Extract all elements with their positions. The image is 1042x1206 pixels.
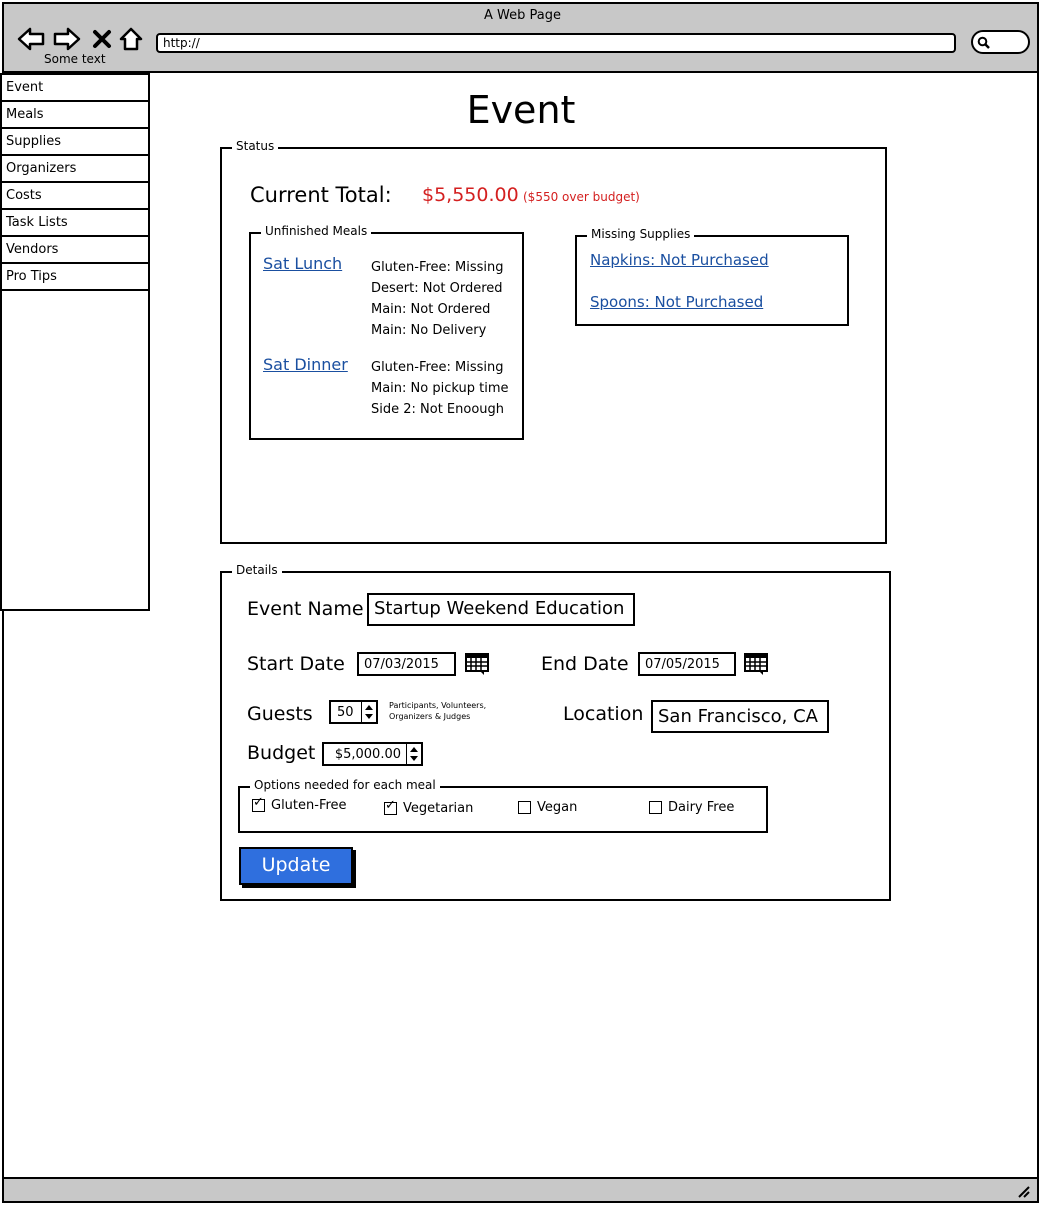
current-total-value: $5,550.00 bbox=[422, 184, 519, 206]
meal-issue: Gluten-Free: Missing bbox=[371, 260, 504, 275]
resize-grip-icon[interactable] bbox=[1015, 1183, 1031, 1199]
meal-options-group: Options needed for each meal Gluten-Free… bbox=[238, 778, 768, 833]
event-name-input[interactable]: Startup Weekend Education bbox=[367, 593, 635, 626]
meal-issue: Desert: Not Ordered bbox=[371, 281, 503, 296]
event-name-label: Event Name bbox=[247, 598, 364, 620]
window-title: A Web Page bbox=[484, 8, 561, 23]
guests-value: 50 bbox=[337, 705, 354, 720]
meal-link-sat-dinner[interactable]: Sat Dinner bbox=[263, 355, 348, 374]
meal-link-sat-lunch[interactable]: Sat Lunch bbox=[263, 254, 342, 273]
end-date-label: End Date bbox=[541, 653, 629, 675]
url-input[interactable]: http:// bbox=[156, 33, 956, 53]
home-icon[interactable] bbox=[118, 24, 144, 54]
calendar-icon[interactable] bbox=[465, 653, 489, 675]
sidebar-item-task-lists[interactable]: Task Lists bbox=[2, 210, 148, 237]
page-title: Event bbox=[466, 88, 576, 132]
checkbox-checked[interactable] bbox=[252, 795, 265, 812]
option-vegan[interactable]: Vegan bbox=[518, 800, 577, 815]
search-icon bbox=[977, 36, 990, 49]
unfinished-meals-legend: Unfinished Meals bbox=[261, 224, 372, 238]
guests-label: Guests bbox=[247, 703, 313, 725]
browser-status-bar bbox=[2, 1177, 1039, 1203]
guests-note-line: Organizers & Judges bbox=[389, 712, 471, 721]
status-group: Status Current Total: $5,550.00 ($550 ov… bbox=[220, 139, 887, 544]
checkbox-unchecked[interactable] bbox=[518, 801, 531, 814]
unfinished-meals-group: Unfinished Meals Sat Lunch Gluten-Free: … bbox=[249, 224, 524, 440]
forward-icon[interactable] bbox=[52, 24, 82, 54]
location-input[interactable]: San Francisco, CA bbox=[651, 700, 829, 733]
missing-supplies-group: Missing Supplies Napkins: Not Purchased … bbox=[575, 227, 849, 326]
browser-toolbar: A Web Page Some text http:// bbox=[2, 2, 1039, 73]
guests-note: Participants, Volunteers, Organizers & J… bbox=[389, 700, 486, 722]
supply-link-spoons[interactable]: Spoons: Not Purchased bbox=[590, 293, 763, 311]
supply-link-napkins[interactable]: Napkins: Not Purchased bbox=[590, 251, 769, 269]
budget-label: Budget bbox=[247, 742, 316, 764]
browser-search-box[interactable] bbox=[971, 30, 1030, 54]
guests-stepper[interactable]: 50 bbox=[329, 700, 378, 724]
status-legend: Status bbox=[232, 139, 279, 153]
option-label: Gluten-Free bbox=[271, 798, 347, 813]
option-label: Dairy Free bbox=[668, 800, 735, 815]
sidebar-item-costs[interactable]: Costs bbox=[2, 183, 148, 210]
meal-options-legend: Options needed for each meal bbox=[250, 778, 440, 792]
sidebar-item-organizers[interactable]: Organizers bbox=[2, 156, 148, 183]
meal-issue: Main: No pickup time bbox=[371, 381, 509, 396]
sidebar-item-pro-tips[interactable]: Pro Tips bbox=[2, 264, 148, 291]
guests-note-line: Participants, Volunteers, bbox=[389, 701, 487, 710]
details-group: Details Event Name Startup Weekend Educa… bbox=[220, 563, 891, 901]
option-label: Vegetarian bbox=[403, 801, 474, 816]
end-date-input[interactable]: 07/05/2015 bbox=[638, 652, 736, 676]
update-button[interactable]: Update bbox=[239, 847, 353, 885]
checkbox-checked[interactable] bbox=[384, 798, 397, 815]
meal-issue: Gluten-Free: Missing bbox=[371, 360, 504, 375]
meal-issue: Side 2: Not Enoough bbox=[371, 402, 505, 417]
location-label: Location bbox=[563, 703, 644, 725]
meal-issue: Main: Not Ordered bbox=[371, 302, 491, 317]
sidebar-item-supplies[interactable]: Supplies bbox=[2, 129, 148, 156]
budget-stepper[interactable]: $5,000.00 bbox=[322, 742, 423, 766]
meal-issue: Main: No Delivery bbox=[371, 323, 487, 338]
nav-caption: Some text bbox=[44, 52, 106, 66]
option-gluten-free[interactable]: Gluten-Free bbox=[252, 795, 347, 813]
option-label: Vegan bbox=[537, 800, 578, 815]
budget-value: $5,000.00 bbox=[334, 747, 401, 762]
budget-note: ($550 over budget) bbox=[523, 190, 640, 204]
option-dairy-free[interactable]: Dairy Free bbox=[649, 800, 734, 815]
stepper-arrows-icon[interactable] bbox=[406, 744, 421, 764]
start-date-label: Start Date bbox=[247, 653, 345, 675]
current-total-label: Current Total: bbox=[250, 183, 392, 207]
back-icon[interactable] bbox=[16, 24, 46, 54]
calendar-icon[interactable] bbox=[744, 653, 768, 675]
details-legend: Details bbox=[232, 563, 282, 577]
sidebar-nav: Event Meals Supplies Organizers Costs Ta… bbox=[0, 73, 150, 611]
start-date-input[interactable]: 07/03/2015 bbox=[357, 652, 456, 676]
sidebar-item-vendors[interactable]: Vendors bbox=[2, 237, 148, 264]
missing-supplies-legend: Missing Supplies bbox=[587, 227, 695, 241]
checkbox-unchecked[interactable] bbox=[649, 801, 662, 814]
option-vegetarian[interactable]: Vegetarian bbox=[384, 798, 474, 816]
close-icon[interactable] bbox=[90, 24, 114, 54]
stepper-arrows-icon[interactable] bbox=[361, 702, 376, 722]
